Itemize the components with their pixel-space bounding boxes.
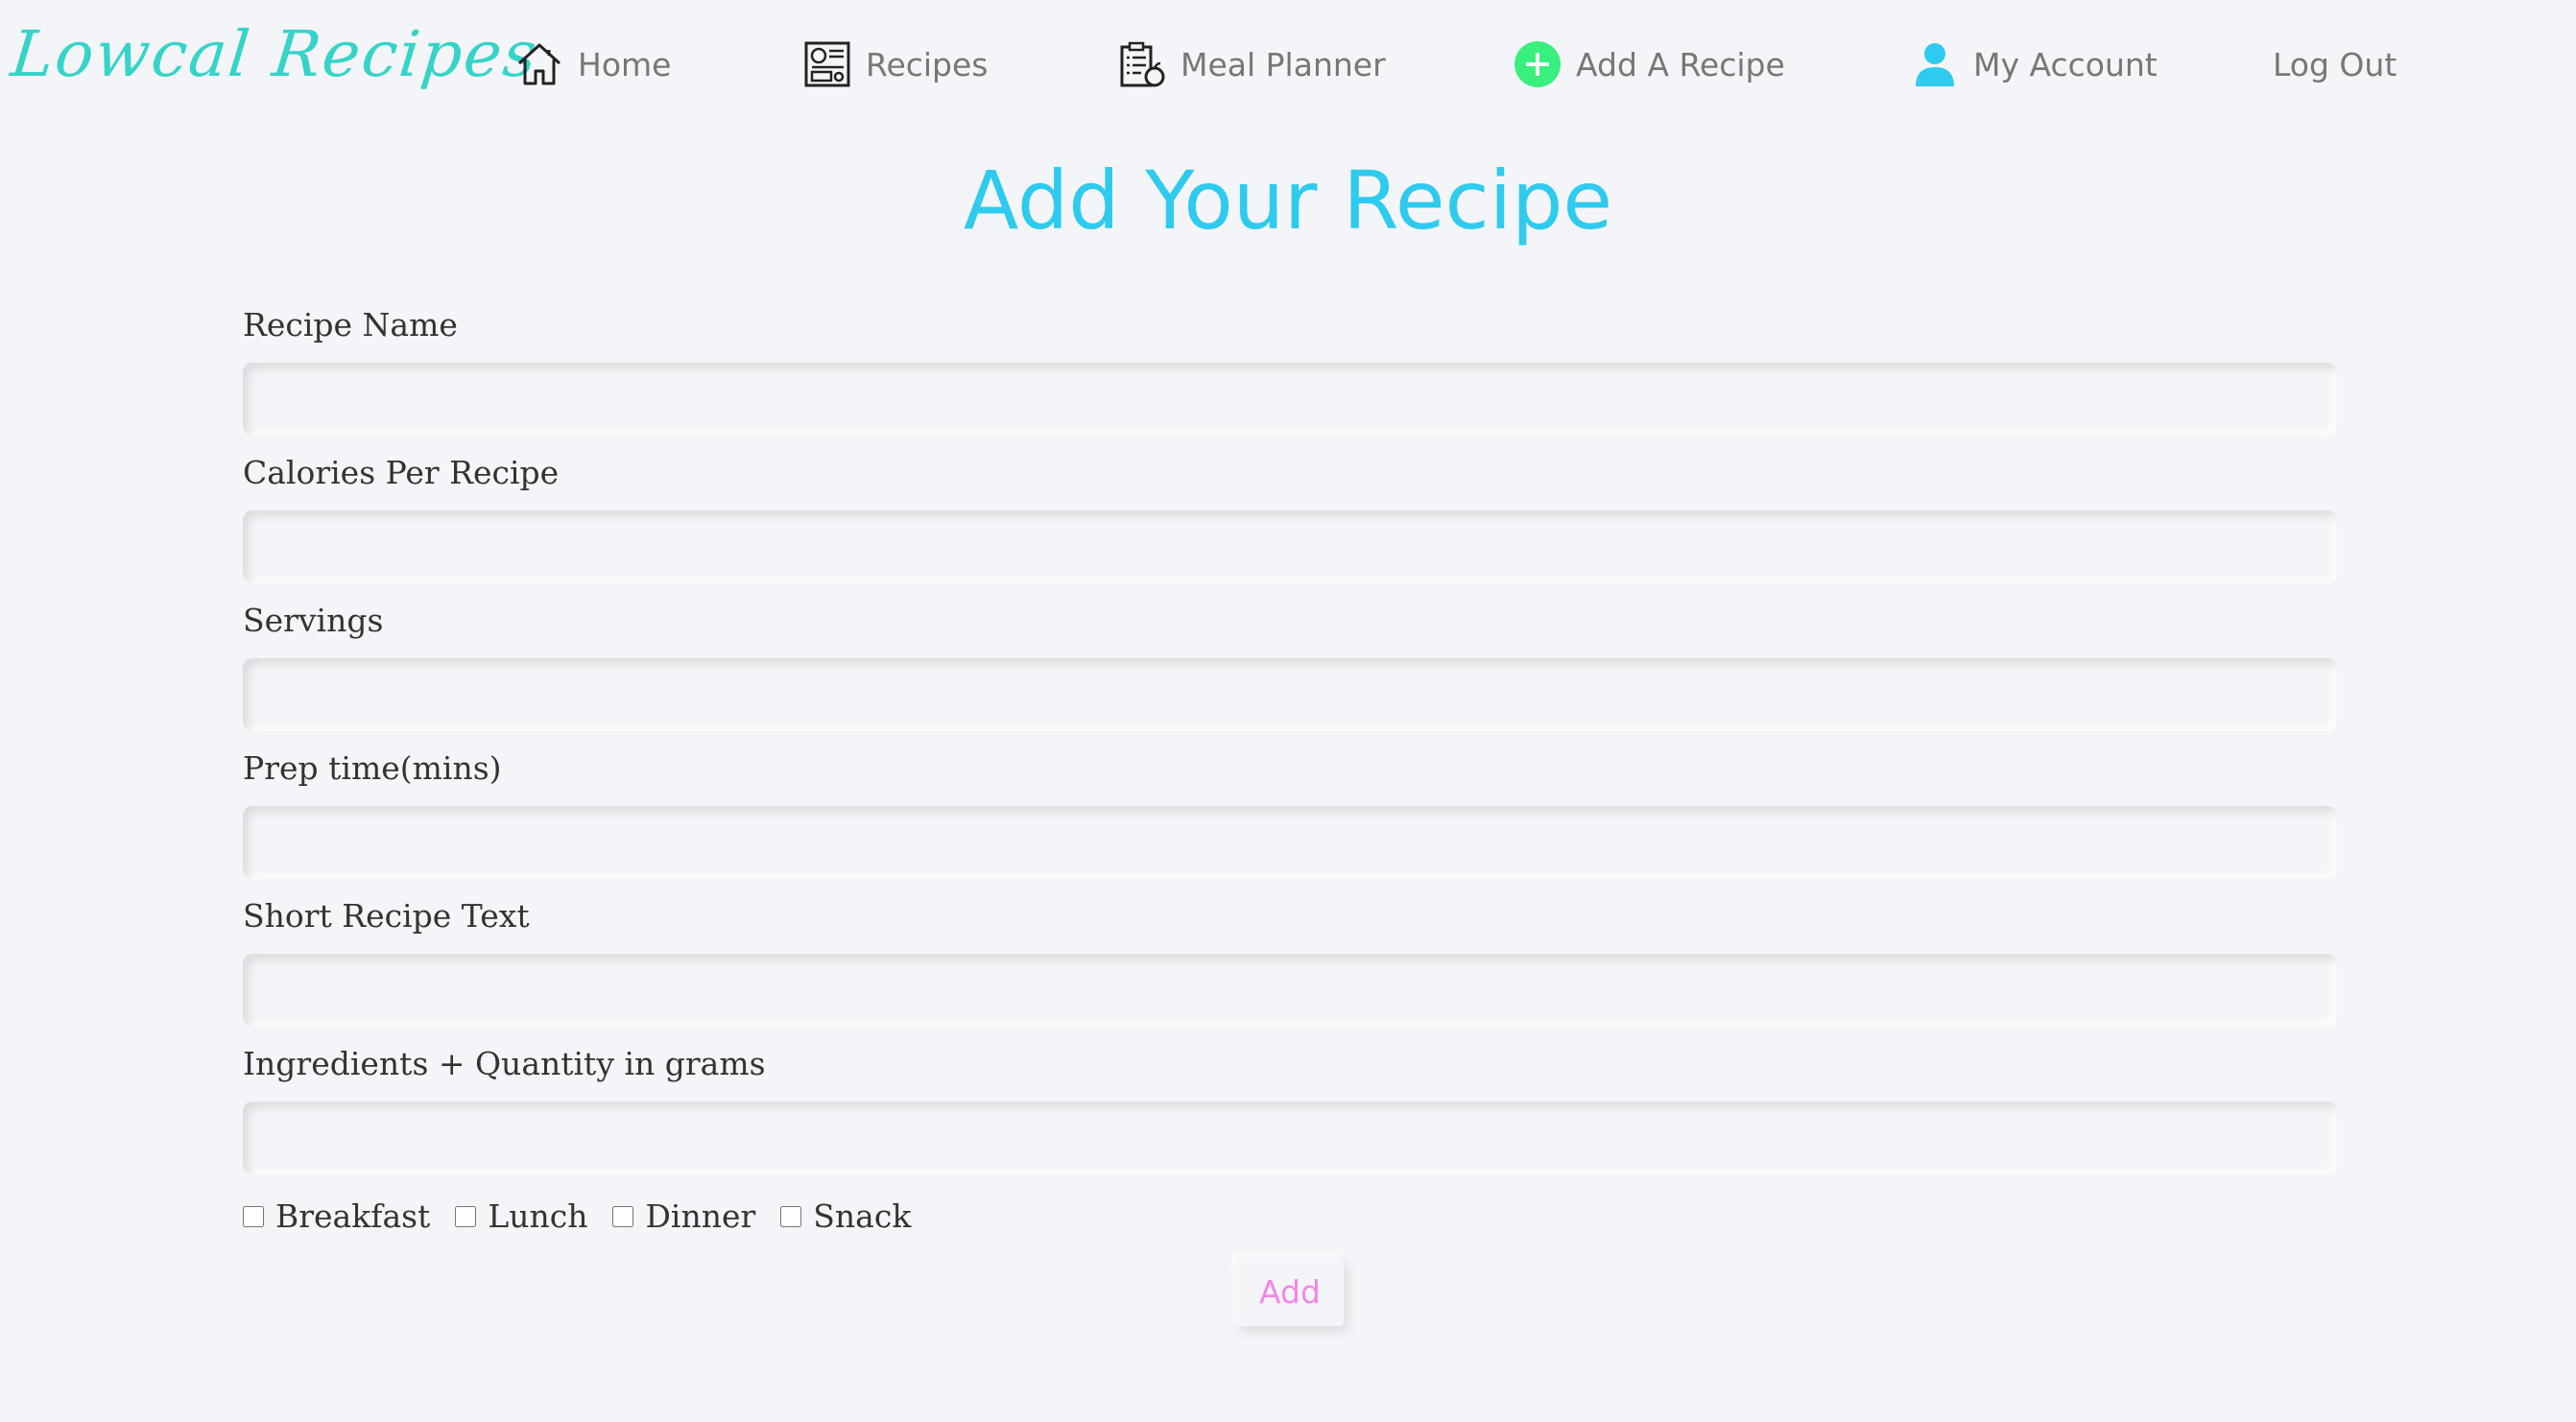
breakfast-checkbox[interactable] (243, 1205, 264, 1227)
site-logo[interactable]: Lowcal Recipes (8, 17, 542, 91)
nav-my-account-label: My Account (1973, 45, 2158, 83)
nav-add-recipe[interactable]: Add A Recipe (1513, 35, 1785, 94)
lunch-label: Lunch (488, 1197, 588, 1235)
nav-log-out[interactable]: Log Out (2273, 35, 2397, 94)
servings-label: Servings (243, 602, 384, 639)
recipe-name-label: Recipe Name (243, 306, 458, 344)
meal-type-checkboxes: Breakfast Lunch Dinner Snack (243, 1197, 911, 1235)
calories-input[interactable] (243, 510, 2337, 583)
breakfast-label: Breakfast (275, 1197, 431, 1235)
plus-circle-icon (1513, 39, 1562, 89)
recipe-name-input[interactable] (243, 363, 2337, 436)
recipe-form: Recipe Name Calories Per Recipe Servings… (243, 288, 2337, 1174)
ingredients-input[interactable] (243, 1102, 2337, 1174)
meal-planner-icon (1117, 39, 1167, 89)
lunch-checkbox[interactable] (455, 1205, 477, 1227)
nav-home[interactable]: Home (514, 35, 671, 94)
nav-add-recipe-label: Add A Recipe (1576, 45, 1785, 83)
add-recipe-button[interactable]: Add (1236, 1257, 1344, 1326)
breakfast-option[interactable]: Breakfast (243, 1197, 430, 1235)
nav-recipes-label: Recipes (866, 45, 989, 83)
dinner-option[interactable]: Dinner (612, 1197, 755, 1235)
servings-input[interactable] (243, 658, 2337, 731)
nav-recipes[interactable]: Recipes (802, 35, 989, 94)
ingredients-label: Ingredients + Quantity in grams (243, 1045, 766, 1082)
dinner-checkbox[interactable] (612, 1205, 634, 1227)
recipes-icon (802, 39, 852, 89)
nav-meal-planner-label: Meal Planner (1181, 45, 1386, 83)
page: Lowcal Recipes Home Recipes Meal Planner… (0, 0, 2576, 1422)
home-icon (514, 39, 564, 89)
user-icon (1910, 39, 1960, 89)
lunch-option[interactable]: Lunch (455, 1197, 587, 1235)
prep-time-input[interactable] (243, 806, 2337, 879)
snack-option[interactable]: Snack (780, 1197, 911, 1235)
snack-label: Snack (813, 1197, 912, 1235)
nav-log-out-label: Log Out (2273, 45, 2397, 83)
snack-checkbox[interactable] (780, 1205, 802, 1227)
nav-home-label: Home (578, 45, 672, 83)
dinner-label: Dinner (645, 1197, 756, 1235)
calories-label: Calories Per Recipe (243, 454, 560, 491)
short-text-label: Short Recipe Text (243, 897, 530, 935)
nav-meal-planner[interactable]: Meal Planner (1117, 35, 1386, 94)
nav-my-account[interactable]: My Account (1910, 35, 2158, 94)
page-title: Add Your Recipe (963, 154, 1613, 248)
prep-time-label: Prep time(mins) (243, 749, 502, 787)
short-text-input[interactable] (243, 954, 2337, 1027)
